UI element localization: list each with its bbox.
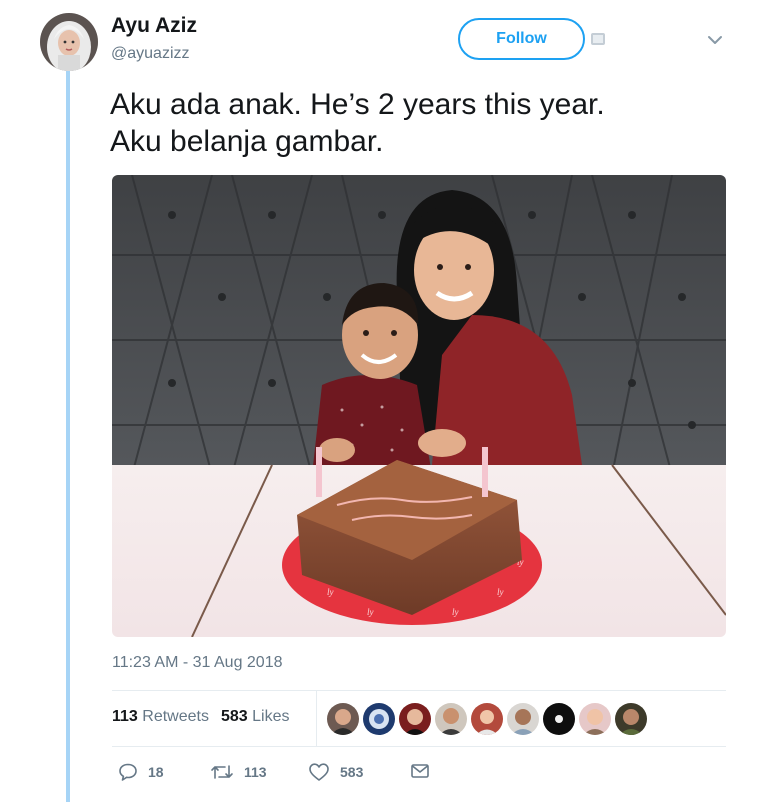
tweet-text-line: Aku belanja gambar. [110, 125, 384, 158]
likes-stat[interactable]: 583 Likes [221, 708, 290, 726]
reply-count: 18 [148, 764, 164, 780]
tweet-photo[interactable]: lylyly lylyly [112, 175, 726, 637]
svg-text:ly: ly [327, 587, 334, 597]
retweets-stat[interactable]: 113 Retweets [112, 708, 209, 726]
retweet-button[interactable]: 113 [210, 762, 267, 782]
divider [112, 746, 726, 747]
liker-avatar[interactable] [615, 703, 647, 735]
user-handle[interactable]: @ayuazizz [111, 45, 190, 63]
divider [112, 690, 726, 691]
liker-avatar[interactable] [507, 703, 539, 735]
retweet-count: 113 [244, 764, 267, 780]
tweet-timestamp[interactable]: 11:23 AM - 31 Aug 2018 [112, 654, 283, 672]
like-button[interactable]: 583 [308, 762, 363, 782]
stats-separator [316, 690, 317, 746]
chevron-down-icon[interactable] [703, 28, 727, 52]
liker-avatar[interactable] [363, 703, 395, 735]
likes-count: 583 [220, 708, 248, 725]
liker-avatars [327, 703, 647, 735]
liker-avatar[interactable] [471, 703, 503, 735]
retweets-count: 113 [112, 708, 138, 725]
liker-avatar[interactable] [399, 703, 431, 735]
retweet-icon [210, 762, 234, 782]
like-count: 583 [340, 764, 364, 780]
liker-avatar[interactable] [543, 703, 575, 735]
likes-label: Likes [252, 708, 290, 725]
svg-text:ly: ly [497, 587, 504, 597]
svg-text:ly: ly [367, 607, 374, 617]
engagement-stats: 113 Retweets 583 Likes [112, 708, 289, 726]
display-name[interactable]: Ayu Aziz [111, 14, 197, 38]
follow-button[interactable]: Follow [458, 18, 585, 60]
tweet-text-line: Aku ada anak. He’s 2 years this year. [110, 88, 605, 121]
heart-icon [308, 762, 330, 782]
liker-avatar[interactable] [435, 703, 467, 735]
svg-text:ly: ly [452, 607, 459, 617]
envelope-icon [410, 762, 430, 780]
tweet-text: Aku ada anak. He’s 2 years this year. Ak… [110, 86, 730, 160]
liker-avatar[interactable] [579, 703, 611, 735]
avatar[interactable] [40, 13, 98, 71]
reply-button[interactable]: 18 [118, 762, 164, 782]
reply-icon [118, 762, 138, 782]
direct-message-button[interactable] [410, 762, 430, 780]
thread-line [66, 62, 70, 802]
liker-avatar[interactable] [327, 703, 359, 735]
badge-icon [591, 33, 605, 45]
retweets-label: Retweets [142, 708, 209, 725]
